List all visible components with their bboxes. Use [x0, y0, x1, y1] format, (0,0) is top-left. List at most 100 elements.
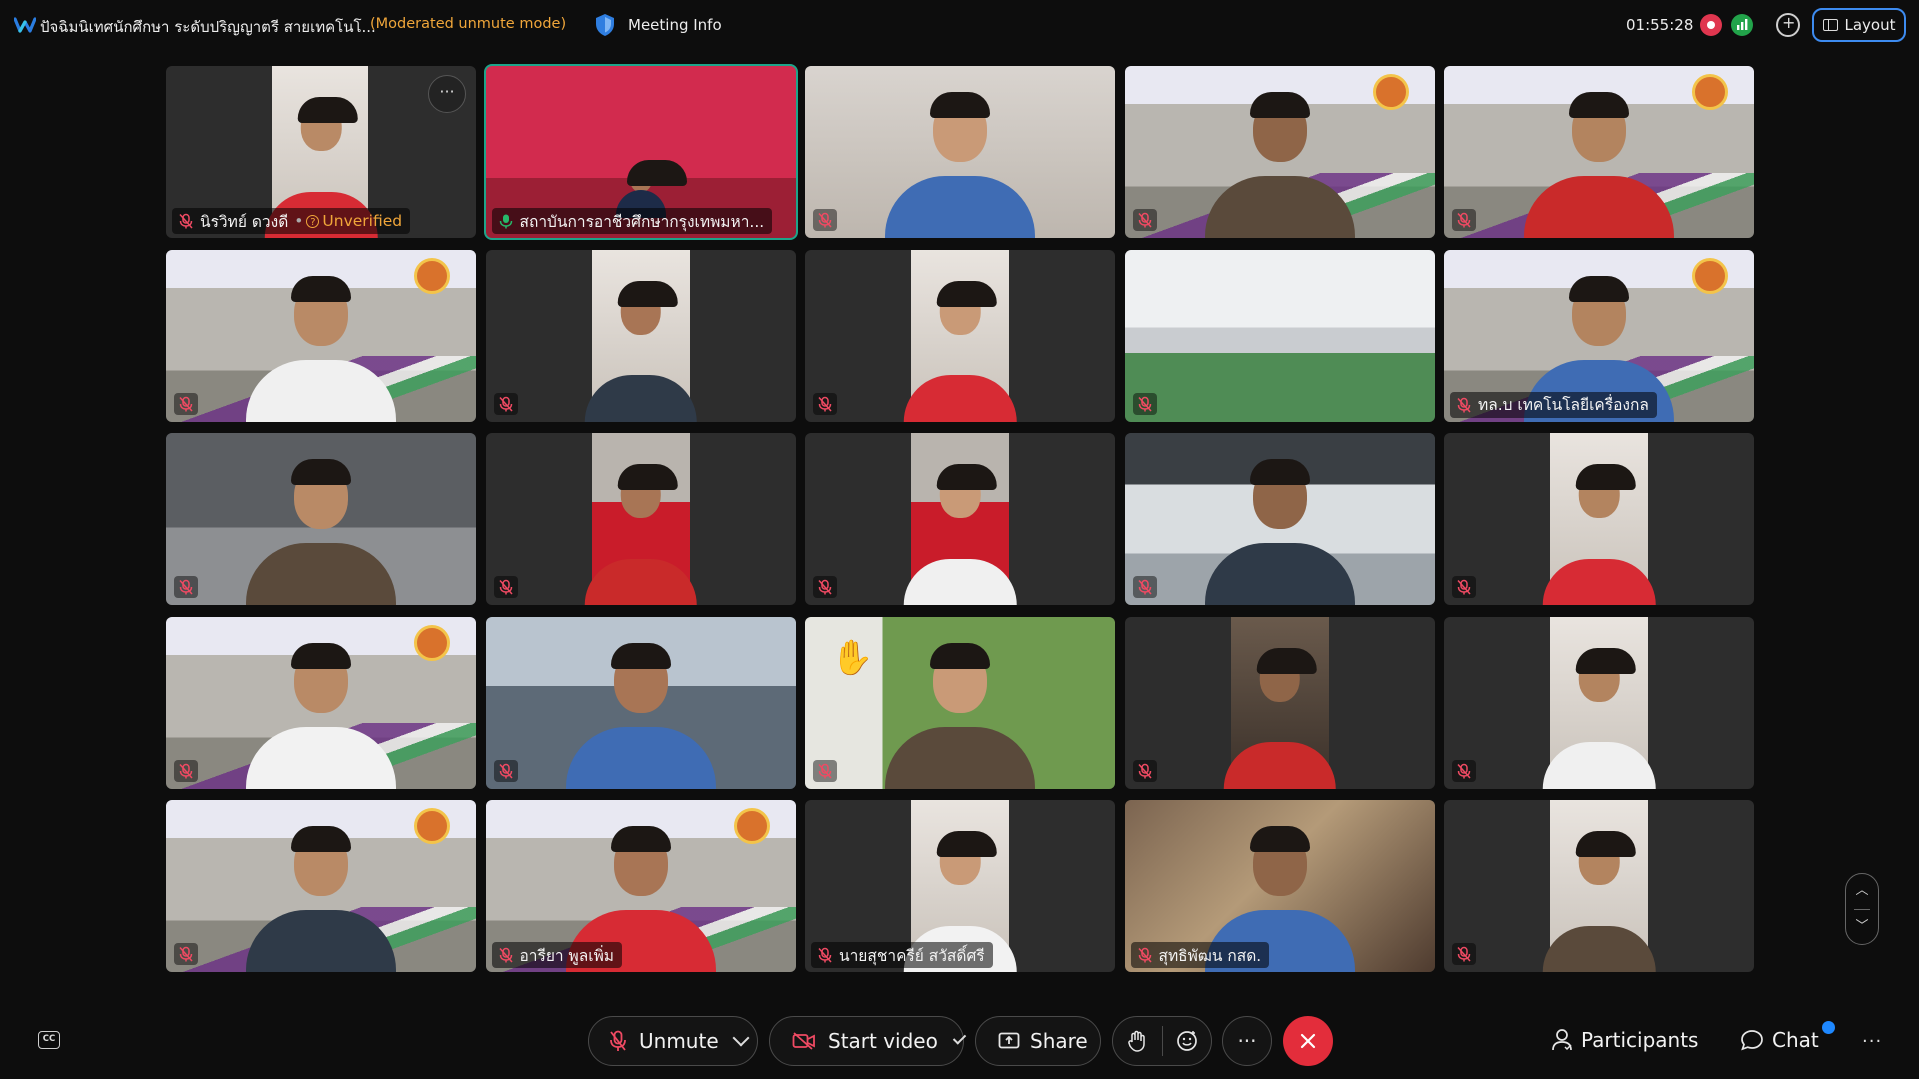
participant-face	[936, 831, 997, 885]
participant-tile[interactable]: ··· นิรวิทย์ ดวงดี •? Unverified	[166, 66, 476, 238]
start-video-button[interactable]: Start video	[769, 1016, 967, 1066]
network-stats-icon[interactable]	[1731, 14, 1753, 36]
participant-face	[1575, 464, 1636, 518]
participant-name: ทล.บ เทคโนโลยีเครื่องกล	[1478, 396, 1649, 414]
mic-on-icon	[498, 213, 514, 229]
scroll-up-icon[interactable]: ︿	[1846, 874, 1878, 908]
participant-face	[617, 464, 677, 518]
participant-tile[interactable]	[1444, 433, 1754, 605]
zoom-in-icon[interactable]	[1776, 13, 1800, 37]
share-screen-icon	[998, 1032, 1020, 1050]
participant-tile[interactable]	[805, 66, 1115, 238]
participant-name: อารียา พูลเพิ่ม	[519, 946, 615, 965]
question-icon: ?	[306, 214, 320, 228]
share-button[interactable]: Share	[975, 1016, 1101, 1066]
participant-face	[1575, 647, 1636, 702]
participant-tile[interactable]	[1124, 433, 1435, 605]
unmute-button[interactable]: Unmute	[588, 1016, 758, 1066]
mic-off-icon	[1456, 397, 1472, 413]
layout-grid-icon	[1822, 19, 1838, 31]
participant-tile[interactable]	[166, 800, 476, 972]
participant-face	[291, 275, 351, 346]
meeting-info-button[interactable]: Meeting Info	[628, 16, 722, 34]
participant-face	[1569, 275, 1629, 346]
participant-face	[1256, 647, 1316, 702]
participant-tile[interactable]	[485, 616, 796, 789]
participant-tile[interactable]	[805, 249, 1115, 422]
participant-tile[interactable]: อารียา พูลเพิ่ม	[485, 800, 796, 972]
participant-face	[1249, 459, 1310, 529]
participant-name: นิรวิทย์ ดวงดี	[200, 212, 289, 231]
mic-off-icon	[493, 576, 518, 598]
mic-off-icon	[498, 947, 514, 963]
participant-tile[interactable]	[166, 616, 476, 789]
video-off-icon	[792, 1032, 816, 1050]
layout-button[interactable]: Layout	[1812, 8, 1906, 42]
participant-tile[interactable]	[166, 433, 476, 605]
participant-tile[interactable]	[1124, 66, 1435, 238]
participant-name-tag: สถาบันการอาชีวศึกษากรุงเทพมหา...	[491, 208, 773, 234]
participant-face	[1249, 92, 1310, 162]
video-options-chevron-icon[interactable]	[952, 1031, 967, 1045]
participant-tile[interactable]	[1444, 66, 1754, 238]
start-video-label: Start video	[828, 1029, 938, 1053]
mic-off-icon	[174, 759, 198, 782]
participants-button[interactable]: Participants	[1551, 1028, 1698, 1052]
tile-more-options-icon[interactable]: ···	[428, 75, 466, 113]
participant-tile[interactable]	[1124, 616, 1435, 789]
leave-meeting-button[interactable]	[1283, 1016, 1333, 1066]
mic-off-icon	[1452, 209, 1476, 231]
raised-hand-icon: ✋	[831, 637, 874, 678]
shield-icon[interactable]	[594, 13, 616, 37]
participant-face	[930, 642, 990, 713]
mic-off-icon	[1132, 759, 1157, 782]
participant-face	[291, 826, 351, 896]
participant-tile[interactable]	[485, 433, 796, 605]
participant-face	[610, 826, 671, 896]
mic-off-icon	[1132, 576, 1157, 598]
meeting-timer: 01:55:28	[1626, 16, 1694, 34]
layout-button-label: Layout	[1844, 16, 1896, 34]
more-icon[interactable]: ···	[1862, 1031, 1882, 1052]
participant-tile[interactable]	[1444, 800, 1754, 972]
participant-tile[interactable]: สุทธิพัฒน กสด.	[1124, 800, 1435, 972]
reactions-group	[1112, 1016, 1212, 1066]
participant-face	[626, 160, 687, 192]
unmute-label: Unmute	[639, 1029, 719, 1053]
mic-off-icon	[174, 392, 198, 415]
participant-tile[interactable]	[1444, 616, 1754, 789]
participant-tile[interactable]: สถาบันการอาชีวศึกษากรุงเทพมหา...	[483, 64, 798, 240]
participant-name-tag: อารียา พูลเพิ่ม	[491, 942, 622, 968]
scroll-down-icon[interactable]: ﹀	[1846, 910, 1878, 944]
reactions-icon[interactable]	[1162, 1030, 1211, 1052]
recording-icon[interactable]	[1700, 14, 1722, 36]
unmute-options-chevron-icon[interactable]	[732, 1029, 750, 1047]
participant-tile[interactable]	[1124, 249, 1435, 422]
closed-captions-button[interactable]: CC	[38, 1031, 60, 1049]
video-grid: ··· นิรวิทย์ ดวงดี •? Unverified สถาบันการอา…	[166, 64, 1754, 976]
participant-tile[interactable]: นายสุชาครีย์ สวัสดิ์ศรี	[805, 800, 1115, 972]
mic-off-icon	[174, 576, 198, 598]
mic-off-icon	[1132, 392, 1157, 415]
mic-off-icon	[1452, 943, 1476, 965]
webex-logo-icon	[14, 17, 36, 33]
participant-tile[interactable]	[805, 433, 1115, 605]
moderated-mode-label: (Moderated unmute mode)	[370, 16, 567, 32]
participant-tile[interactable]	[485, 249, 796, 422]
mic-off-icon	[813, 209, 837, 231]
chat-button[interactable]: Chat	[1740, 1028, 1819, 1052]
raise-hand-button-icon[interactable]	[1113, 1030, 1162, 1052]
participant-name-tag: นิรวิทย์ ดวงดี •? Unverified	[172, 208, 411, 234]
participant-tile[interactable]: ทล.บ เทคโนโลยีเครื่องกล	[1444, 249, 1754, 422]
meeting-title: ปัจฉิมนิเทศนักศึกษา ระดับปริญญาตรี สายเท…	[40, 18, 376, 36]
top-bar: ปัจฉิมนิเทศนักศึกษา ระดับปริญญาตรี สายเท…	[0, 0, 1919, 52]
more-options-icon[interactable]: ···	[1222, 1016, 1272, 1066]
participant-face	[1249, 826, 1310, 896]
participant-tile[interactable]: ✋	[805, 616, 1115, 789]
participant-name-tag: นายสุชาครีย์ สวัสดิ์ศรี	[811, 942, 993, 968]
participant-face	[1575, 831, 1636, 885]
participant-face	[1569, 92, 1629, 162]
participant-tile[interactable]	[166, 249, 476, 422]
participant-name: สุทธิพัฒน กสด.	[1158, 946, 1262, 965]
participants-label: Participants	[1581, 1028, 1699, 1052]
